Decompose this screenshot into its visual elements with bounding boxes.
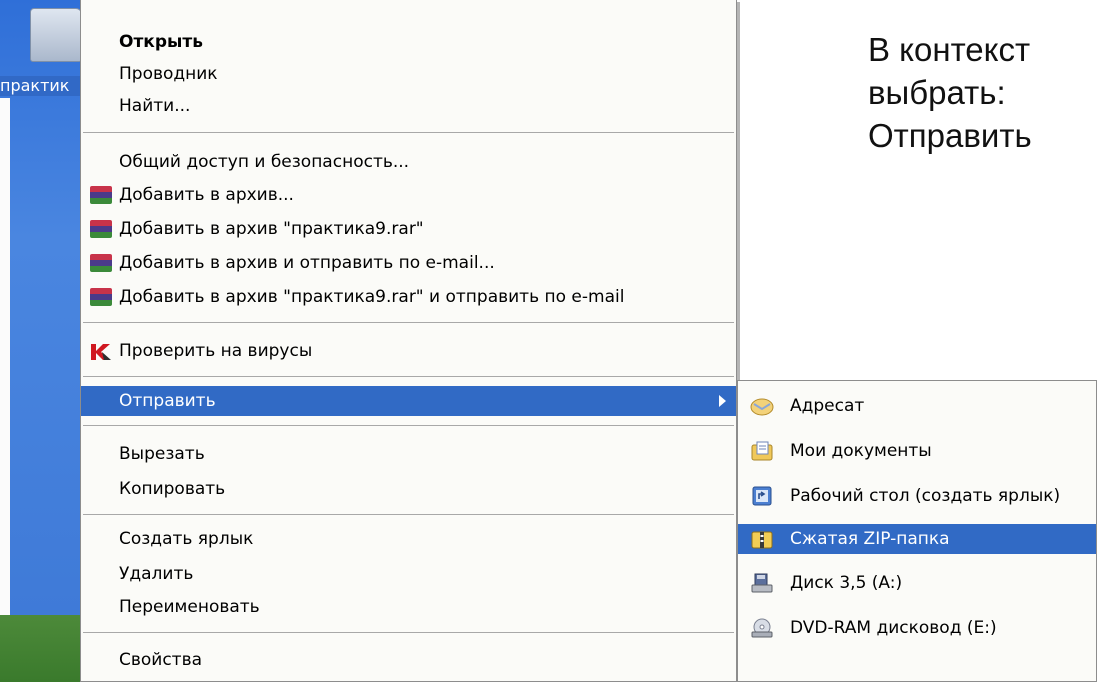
menu-item-add-archive[interactable]: Добавить в архив... [81,180,736,210]
menu-item-label: Свойства [119,650,203,670]
menu-separator [83,322,734,323]
menu-item-label: Общий доступ и безопасность... [119,152,410,172]
submenu-item-label: Рабочий стол (создать ярлык) [790,486,1061,506]
menu-separator [83,376,734,377]
menu-item-label: Отправить [119,391,216,411]
menu-item-sharing-security[interactable]: Общий доступ и безопасность... [81,147,736,177]
menu-item-label: Копировать [119,479,226,499]
desktop-wallpaper-bottom [0,615,90,682]
menu-item-add-archive-named[interactable]: Добавить в архив "практика9.rar" [81,214,736,244]
winrar-icon [90,254,112,272]
submenu-item-dvd[interactable]: DVD-RAM дисковод (E:) [738,613,1096,643]
desktop-shortcut-icon [752,486,772,506]
menu-item-explorer[interactable]: Проводник [81,59,736,89]
menu-item-search[interactable]: Найти... [81,91,736,121]
desktop-background [0,0,90,682]
dvd-drive-icon [751,618,773,638]
submenu-item-desktop-shortcut[interactable]: Рабочий стол (создать ярлык) [738,481,1096,511]
menu-item-label: Добавить в архив... [119,185,294,205]
menu-item-add-archive-named-email[interactable]: Добавить в архив "практика9.rar" и отпра… [81,282,736,312]
submenu-item-my-documents[interactable]: Мои документы [738,436,1096,466]
menu-item-add-archive-email[interactable]: Добавить в архив и отправить по e-mail..… [81,248,736,278]
menu-separator [83,514,734,515]
menu-item-label: Переименовать [119,597,260,617]
instruction-text: В контекст выбрать: Отправить [868,28,1097,157]
submenu-item-label: Мои документы [790,441,932,461]
mail-recipient-icon [750,398,774,416]
folder-icon[interactable] [30,8,82,62]
menu-item-label: Создать ярлык [119,529,254,549]
submenu-item-label: Диск 3,5 (A:) [790,573,903,593]
zip-folder-icon [751,531,773,549]
menu-item-label: Найти... [119,96,191,116]
menu-item-label: Проверить на вирусы [119,341,313,361]
instruction-line-3: Отправить [868,117,1032,154]
instruction-line-2: выбрать: [868,74,1006,111]
menu-item-delete[interactable]: Удалить [81,559,736,589]
menu-item-virus-scan[interactable]: Проверить на вирусы [81,336,736,366]
submenu-item-label: Адресат [790,396,865,416]
submenu-item-mail-recipient[interactable]: Адресат [738,391,1096,421]
submenu-item-zip-folder[interactable]: Сжатая ZIP-папка [738,524,1096,554]
folder-label[interactable]: практик [0,76,90,96]
submenu-item-floppy[interactable]: Диск 3,5 (A:) [738,568,1096,598]
send-to-submenu: Адресат Мои документы Рабочий стол (созд… [737,380,1097,682]
submenu-item-label: DVD-RAM дисковод (E:) [790,618,997,638]
menu-item-label: Добавить в архив и отправить по e-mail..… [119,253,495,273]
menu-item-label: Добавить в архив "практика9.rar" и отпра… [119,287,625,307]
menu-item-cut[interactable]: Вырезать [81,439,736,469]
context-menu: Открыть Проводник Найти... Общий доступ … [80,0,737,682]
winrar-icon [90,220,112,238]
kaspersky-icon [91,344,111,360]
floppy-drive-icon [751,573,773,593]
menu-separator [83,632,734,633]
menu-item-copy[interactable]: Копировать [81,474,736,504]
menu-item-send-to[interactable]: Отправить [81,386,736,416]
submenu-item-label: Сжатая ZIP-папка [790,529,950,549]
desktop-window-edge [0,98,10,615]
menu-item-label: Удалить [119,564,194,584]
menu-separator [83,425,734,426]
menu-item-open[interactable]: Открыть [81,27,736,57]
submenu-arrow-icon [719,395,726,407]
my-documents-icon [751,441,773,461]
menu-item-label: Проводник [119,64,218,84]
menu-item-rename[interactable]: Переименовать [81,592,736,622]
menu-separator [83,132,734,133]
winrar-icon [90,186,112,204]
menu-item-properties[interactable]: Свойства [81,645,736,675]
menu-item-label: Вырезать [119,444,205,464]
menu-item-label: Добавить в архив "практика9.rar" [119,219,424,239]
menu-item-label: Открыть [119,32,203,52]
menu-item-create-shortcut[interactable]: Создать ярлык [81,524,736,554]
winrar-icon [90,288,112,306]
instruction-line-1: В контекст [868,31,1031,68]
